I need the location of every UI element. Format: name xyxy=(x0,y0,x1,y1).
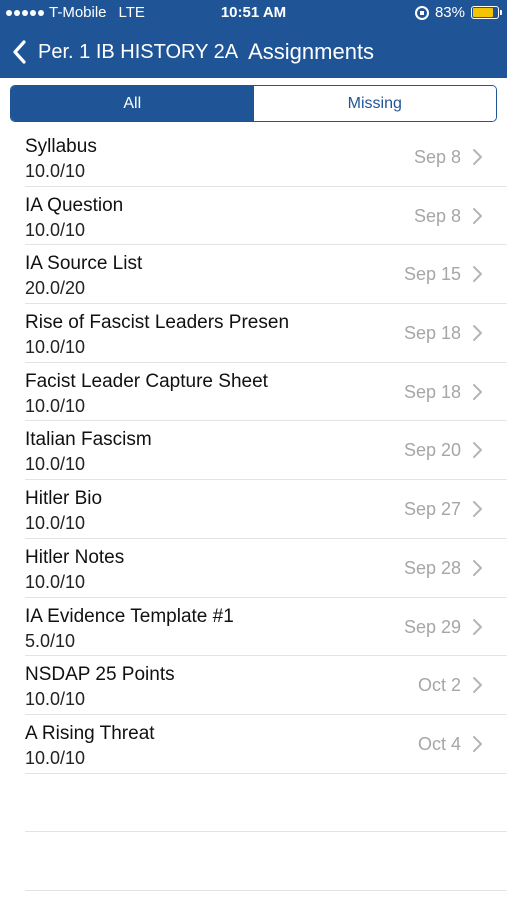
assignment-score: 10.0/10 xyxy=(25,454,86,475)
list-item[interactable]: NSDAP 25 Points 10.0/10 Oct 2 xyxy=(25,656,507,715)
back-chevron-icon[interactable] xyxy=(12,38,34,66)
assignment-date: Sep 28 xyxy=(403,557,461,578)
filter-segmented-control: All Missing xyxy=(10,85,497,122)
rotation-lock-icon xyxy=(414,5,429,20)
assignment-score: 10.0/10 xyxy=(25,689,86,710)
battery-icon xyxy=(471,6,502,19)
assignment-score: 10.0/10 xyxy=(25,337,86,358)
chevron-right-icon xyxy=(473,149,482,165)
list-item[interactable]: IA Source List 20.0/20 Sep 15 xyxy=(25,245,507,305)
battery-percentage: 83% xyxy=(434,4,465,21)
assignment-title: Facist Leader Capture Sheet xyxy=(25,370,268,392)
assignment-score: 5.0/10 xyxy=(25,630,76,651)
list-item[interactable]: A Rising Threat 10.0/10 Oct 4 xyxy=(25,715,507,774)
assignment-date: Sep 15 xyxy=(403,264,461,285)
assignment-title: NSDAP 25 Points xyxy=(25,664,175,686)
chevron-right-icon xyxy=(473,383,482,400)
status-bar: T-Mobile LTE 10:51 AM 83% xyxy=(0,0,507,26)
chevron-right-icon xyxy=(473,735,482,752)
assignment-date: Oct 2 xyxy=(417,675,461,696)
list-item[interactable]: Syllabus 10.0/10 Sep 8 xyxy=(25,128,507,187)
chevron-right-icon xyxy=(473,442,482,459)
list-item[interactable]: Italian Fascism 10.0/10 Sep 20 xyxy=(25,421,507,481)
assignment-score: 10.0/10 xyxy=(25,161,86,181)
chevron-right-icon xyxy=(473,501,482,518)
assignment-date: Oct 4 xyxy=(417,733,461,754)
assignment-date: Sep 29 xyxy=(403,616,461,637)
assignment-title: IA Question xyxy=(25,194,124,216)
assignment-score: 10.0/10 xyxy=(25,395,86,416)
battery-fill xyxy=(473,8,493,17)
assignment-title: Hitler Notes xyxy=(25,546,125,568)
list-item[interactable]: IA Question 10.0/10 Sep 8 xyxy=(25,187,507,246)
assignment-title: IA Evidence Template #1 xyxy=(25,605,234,627)
assignment-date: Sep 27 xyxy=(403,499,461,520)
assignment-title: Hitler Bio xyxy=(25,488,103,510)
empty-row xyxy=(25,832,507,891)
assignment-score: 20.0/20 xyxy=(25,278,86,299)
filter-segment-wrapper: All Missing xyxy=(0,78,507,128)
list-item[interactable]: Hitler Notes 10.0/10 Sep 28 xyxy=(25,539,507,598)
chevron-right-icon xyxy=(473,618,482,635)
back-button[interactable]: Per. 1 IB HISTORY 2A xyxy=(38,41,238,64)
assignment-title: A Rising Threat xyxy=(25,722,155,744)
list-item[interactable]: IA Evidence Template #1 5.0/10 Sep 29 xyxy=(25,598,507,657)
list-item[interactable]: Facist Leader Capture Sheet 10.0/10 Sep 18 xyxy=(25,363,507,422)
status-right: 83% xyxy=(414,4,502,21)
tab-all[interactable]: All xyxy=(11,86,254,121)
list-item[interactable]: Hitler Bio 10.0/10 Sep 27 xyxy=(25,480,507,539)
assignment-title: Syllabus xyxy=(25,136,97,157)
page-title: Assignments xyxy=(248,39,375,64)
chevron-right-icon xyxy=(473,677,482,694)
chevron-right-icon xyxy=(473,559,482,576)
assignment-title: Italian Fascism xyxy=(25,429,152,451)
assignment-title: Rise of Fascist Leaders Presen xyxy=(25,312,290,334)
chevron-right-icon xyxy=(473,325,482,342)
assignment-list: Syllabus 10.0/10 Sep 8 IA Question 10.0/10 Se… xyxy=(25,128,507,891)
list-item[interactable]: Rise of Fascist Leaders Presen 10.0/10 Sep… xyxy=(25,304,507,363)
chevron-right-icon xyxy=(473,207,482,224)
tab-missing[interactable]: Missing xyxy=(253,86,496,121)
chevron-right-icon xyxy=(473,266,482,283)
assignment-date: Sep 18 xyxy=(403,323,461,344)
assignment-date: Sep 20 xyxy=(403,440,461,461)
assignment-score: 10.0/10 xyxy=(25,571,86,592)
assignment-score: 10.0/10 xyxy=(25,747,86,768)
assignment-date: Sep 18 xyxy=(403,381,461,402)
assignment-score: 10.0/10 xyxy=(25,513,86,534)
assignment-date: Sep 8 xyxy=(413,205,461,226)
assignment-date: Sep 8 xyxy=(413,147,461,167)
nav-bar: Per. 1 IB HISTORY 2A Assignments xyxy=(0,26,507,78)
assignment-score: 10.0/10 xyxy=(25,219,86,240)
assignment-title: IA Source List xyxy=(25,253,143,275)
empty-row xyxy=(25,774,507,833)
